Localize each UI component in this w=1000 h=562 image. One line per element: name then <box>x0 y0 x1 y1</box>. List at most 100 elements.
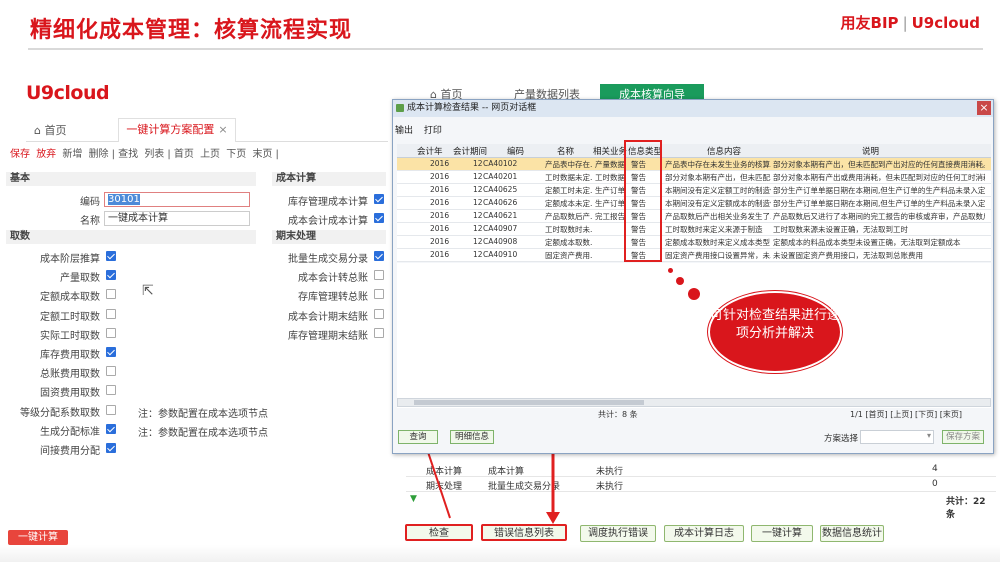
checkbox[interactable] <box>106 423 116 434</box>
checkbox[interactable] <box>106 385 116 396</box>
one-click-calc-button[interactable]: 一键计算 <box>8 530 68 545</box>
home-icon: ⌂ <box>34 124 45 137</box>
table-row[interactable]: 2016 12 CA40907 工时取数时未... 警告 工时取数时来定义来源于制造 工时取… <box>397 223 991 236</box>
fetch-item[interactable]: 定额成本取数 <box>0 286 120 305</box>
bubble-dot <box>668 268 673 273</box>
left-toolbar: 保存 放弃 新增 删除 | 查找 列表 | 首页 上页 下页 末页 | <box>10 149 279 160</box>
table-row[interactable]: 2016 12 CA40621 产品取数后产... 完工报告 警告 产品取数后产出相关业务发… <box>397 210 991 223</box>
fetch-item[interactable]: 产量取数 <box>0 267 120 286</box>
toolbar-last[interactable]: 末页 <box>252 149 272 160</box>
section-period-end: 期末处理 <box>272 230 386 244</box>
cost-log-button[interactable]: 成本计算日志 <box>664 525 744 542</box>
toolbar-find[interactable]: 查找 <box>118 149 138 160</box>
query-button[interactable]: 查询 <box>398 430 438 444</box>
toolbar-first[interactable]: 首页 <box>174 149 194 160</box>
save-scheme-button[interactable]: 保存方案 <box>942 430 984 444</box>
table-row[interactable]: 2016 12 CA40910 固定资产费用... 警告 固定资产费用接口设置异常，未..… <box>397 249 991 262</box>
checkbox[interactable] <box>374 270 384 281</box>
fetch-item[interactable]: 间接费用分配 <box>0 440 120 459</box>
checkbox[interactable] <box>374 308 384 319</box>
period-end-list: 批量生成交易分录 成本会计转总账 存库管理转总账 成本会计期末结账 库存管理期末… <box>262 248 386 344</box>
cost-item[interactable]: 成本会计成本计算 <box>262 210 386 229</box>
section-cost-calc: 成本计算 <box>272 172 386 186</box>
name-field[interactable]: 一键成本计算 <box>104 211 250 226</box>
section-basic: 基本 <box>6 172 256 186</box>
bubble-dot <box>688 288 700 300</box>
scroll-thumb[interactable] <box>414 400 644 405</box>
table-row[interactable]: 2016 12 CA40626 定额成本未定... 生产订单 警告 本期间没有定义定额成本的… <box>397 197 991 210</box>
home-tab[interactable]: ⌂ 首页 <box>34 122 66 138</box>
dialog-menu: 输出 打印 <box>395 123 450 136</box>
close-icon[interactable]: × <box>218 123 227 136</box>
callout-bubble: 可针对检查结果进行逐项分析并解决 <box>708 291 842 373</box>
table-row[interactable]: 2016 12 CA40625 定额工时未定... 生产订单 警告 本期间没有定义定额工时的… <box>397 184 991 197</box>
title-divider <box>28 48 983 50</box>
checkbox[interactable] <box>106 289 116 300</box>
fetch-item[interactable]: 总账费用取数 <box>0 363 120 382</box>
checkbox[interactable] <box>106 327 116 338</box>
menu-output[interactable]: 输出 <box>395 126 413 136</box>
fetch-item[interactable]: 生成分配标准 <box>0 421 120 440</box>
toolbar-new[interactable]: 新增 <box>62 149 82 160</box>
result-grid: 会计年 会计期间 编码 名称 相关业务 信息类型 信息内容 说明 2016 12 C… <box>397 144 991 408</box>
table-row[interactable]: 2016 12 CA40201 工时数据未定... 工时数据 警告 部分对象本期有产出，但未… <box>397 171 991 184</box>
chevron-down-icon: ▾ <box>926 431 931 440</box>
checkbox[interactable] <box>374 213 384 223</box>
checkbox[interactable] <box>374 289 384 300</box>
schedule-error-button[interactable]: 调度执行错误 <box>580 525 656 542</box>
mouse-cursor-icon: ⇱ <box>142 283 154 299</box>
toolbar-delete[interactable]: 删除 <box>89 149 109 160</box>
grid-empty-area <box>397 263 991 408</box>
period-item[interactable]: 批量生成交易分录 <box>262 248 386 267</box>
toolbar-discard[interactable]: 放弃 <box>36 149 56 160</box>
fetch-item[interactable]: 定额工时取数 <box>0 306 120 325</box>
tab-scheme-config[interactable]: 一键计算方案配置 × <box>118 118 236 142</box>
pager[interactable]: 1/1 [首页] [上页] [下页] [末页] <box>850 409 962 420</box>
info-type-highlight <box>624 140 662 262</box>
one-click-button[interactable]: 一键计算 <box>751 525 813 542</box>
cost-item[interactable]: 库存管理成本计算 <box>262 191 386 210</box>
table-row[interactable]: 2016 12 CA40908 定额成本取数... 警告 定额成本取数时来定义成本类型 定额… <box>397 236 991 249</box>
arrow-head <box>546 512 560 524</box>
close-icon[interactable]: × <box>977 101 991 115</box>
period-item[interactable]: 存库管理转总账 <box>262 286 386 305</box>
period-item[interactable]: 库存管理期末结账 <box>262 325 386 344</box>
name-label: 名称 <box>80 216 100 227</box>
fetch-item[interactable]: 实际工时取数 <box>0 325 120 344</box>
left-tab-strip: ⌂ 首页 一键计算方案配置 × <box>26 118 388 142</box>
menu-print[interactable]: 打印 <box>424 126 442 136</box>
toolbar-prev[interactable]: 上页 <box>200 149 220 160</box>
checkbox[interactable] <box>106 366 116 377</box>
fetch-item[interactable]: 等级分配系数取数 <box>0 402 120 421</box>
note-text: 注：参数配置在成本选项节点 <box>138 428 268 439</box>
dialog-status-bar: 共计：8 条 1/1 [首页] [上页] [下页] [末页] <box>598 409 963 420</box>
checkbox[interactable] <box>106 442 116 453</box>
toolbar-next[interactable]: 下页 <box>226 149 246 160</box>
fetch-item[interactable]: 固资费用取数 <box>0 382 120 401</box>
checkbox[interactable] <box>374 194 384 204</box>
toolbar-list[interactable]: 列表 <box>144 149 164 160</box>
slide-title: 精细化成本管理：核算流程实现 <box>30 18 353 43</box>
fetch-item[interactable]: 库存费用取数 <box>0 344 120 363</box>
checkbox[interactable] <box>106 346 116 357</box>
dialog-footer: 查询 明细信息 方案选择 ▾ 保存方案 <box>392 428 994 448</box>
period-item[interactable]: 成本会计转总账 <box>262 267 386 286</box>
table-row[interactable]: 2016 12 CA40102 产品表中存在... 产量数据 警告 产品表中存在未发生业务的… <box>397 158 991 171</box>
toolbar-save[interactable]: 保存 <box>10 149 30 160</box>
detail-button[interactable]: 明细信息 <box>450 430 494 444</box>
scheme-select[interactable]: ▾ <box>860 430 934 444</box>
code-field[interactable]: 30101 <box>104 192 250 207</box>
code-label: 编码 <box>80 197 100 208</box>
fetch-item[interactable]: 成本阶层推算 <box>0 248 120 267</box>
checkbox[interactable] <box>374 327 384 338</box>
checkbox[interactable] <box>374 251 384 261</box>
horizontal-scrollbar[interactable] <box>397 398 991 407</box>
checkbox[interactable] <box>106 251 116 261</box>
dialog-title: 成本计算检查结果 -- 网页对话框 <box>393 100 993 117</box>
check-result-dialog: 成本计算检查结果 -- 网页对话框 × 输出 打印 会计年 会计期间 编码 名称… <box>392 99 994 454</box>
checkbox[interactable] <box>106 404 116 415</box>
period-item[interactable]: 成本会计期末结账 <box>262 306 386 325</box>
data-stats-button[interactable]: 数据信息统计 <box>820 525 884 542</box>
checkbox[interactable] <box>106 308 116 319</box>
checkbox[interactable] <box>106 270 116 281</box>
